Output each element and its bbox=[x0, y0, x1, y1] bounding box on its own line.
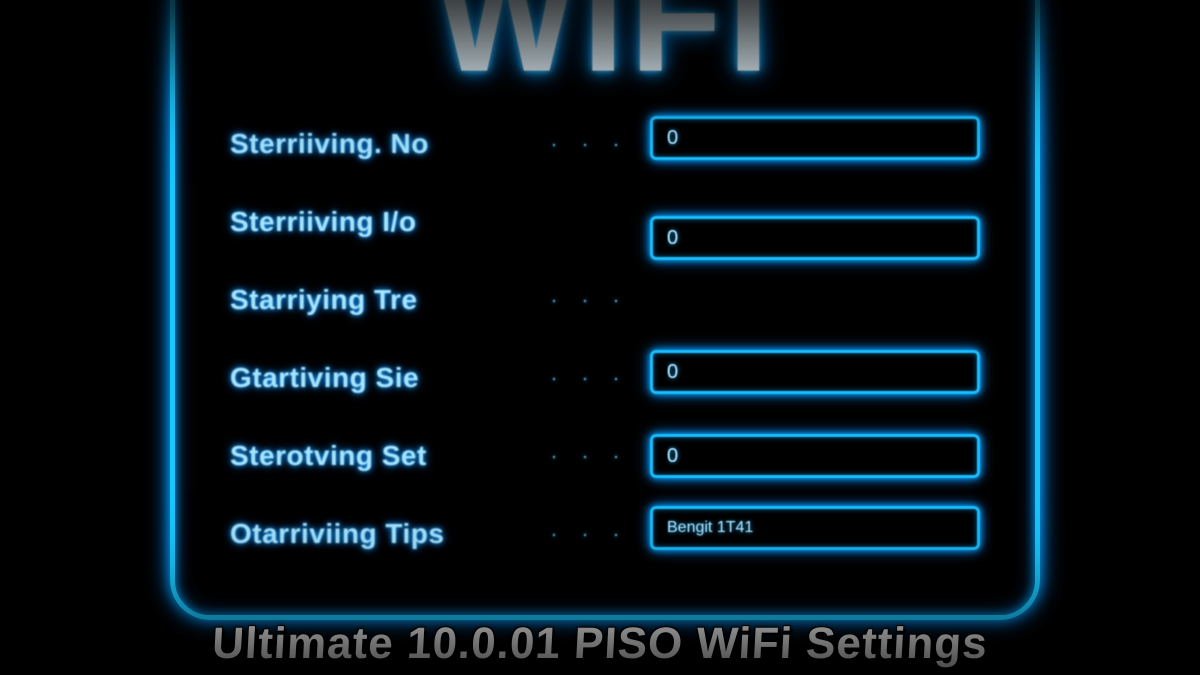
dots-icon: · · · bbox=[530, 446, 650, 467]
setting-label: Sterriiving. No bbox=[230, 128, 530, 160]
setting-input[interactable] bbox=[650, 434, 980, 478]
dots-icon: · · · bbox=[530, 290, 650, 311]
setting-row: Sterriiving. No · · · bbox=[230, 105, 980, 183]
setting-label: Gtartiving Sie bbox=[230, 362, 530, 394]
setting-row: Starriying Tre · · · bbox=[230, 261, 980, 339]
setting-input[interactable] bbox=[650, 116, 980, 160]
settings-rows: Sterriiving. No · · · Sterriiving I/o St… bbox=[230, 105, 980, 573]
setting-row: Sterotving Set · · · bbox=[230, 417, 980, 495]
setting-label: Sterotving Set bbox=[230, 440, 530, 472]
setting-input[interactable] bbox=[650, 350, 980, 394]
setting-input[interactable] bbox=[650, 216, 980, 260]
setting-input[interactable] bbox=[650, 506, 980, 550]
caption-text: Ultimate 10.0.01 PISO WiFi Settings bbox=[211, 619, 989, 669]
panel-title: WIFI bbox=[435, 0, 776, 107]
dots-icon: · · · bbox=[530, 134, 650, 155]
setting-label: Sterriiving I/o bbox=[230, 206, 530, 238]
settings-panel: WIFI Sterriiving. No · · · Sterriiving I… bbox=[170, 0, 1040, 620]
dots-icon: · · · bbox=[530, 368, 650, 389]
dots-icon: · · · bbox=[530, 524, 650, 545]
setting-label: Otarriviing Tips bbox=[230, 518, 530, 550]
setting-row: Gtartiving Sie · · · bbox=[230, 339, 980, 417]
setting-row: Sterriiving I/o bbox=[230, 183, 980, 261]
setting-row: Otarriviing Tips · · · bbox=[230, 495, 980, 573]
setting-label: Starriying Tre bbox=[230, 284, 530, 316]
